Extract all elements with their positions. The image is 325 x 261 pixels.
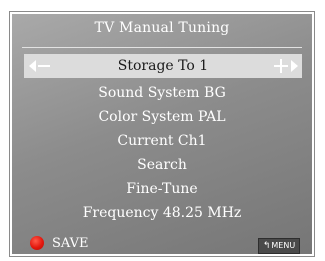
- menu-item-search[interactable]: Search: [12, 155, 312, 175]
- right-arrow-icon[interactable]: [291, 60, 298, 72]
- storage-to-label: Storage To 1: [117, 58, 209, 74]
- tv-manual-tuning-panel: TV Manual Tuning Storage To 1 Sound Syst…: [9, 11, 315, 257]
- plus-icon[interactable]: [274, 59, 288, 73]
- save-button[interactable]: SAVE: [30, 234, 89, 252]
- panel-title: TV Manual Tuning: [94, 20, 230, 36]
- menu-label: MENU: [271, 241, 296, 250]
- red-dot-icon: [30, 236, 44, 250]
- title-divider: [22, 47, 302, 48]
- back-arrow-icon: ↰: [262, 241, 271, 251]
- menu-item-current-channel[interactable]: Current Ch1: [12, 131, 312, 151]
- storage-to-row[interactable]: Storage To 1: [24, 54, 302, 78]
- menu-item-frequency[interactable]: Frequency 48.25 MHz: [12, 203, 312, 223]
- menu-item-fine-tune[interactable]: Fine-Tune: [12, 179, 312, 199]
- menu-item-color-system[interactable]: Color System PAL: [12, 107, 312, 127]
- save-label: SAVE: [52, 235, 89, 251]
- menu-item-sound-system[interactable]: Sound System BG: [12, 83, 312, 103]
- menu-button[interactable]: ↰ MENU: [258, 238, 300, 254]
